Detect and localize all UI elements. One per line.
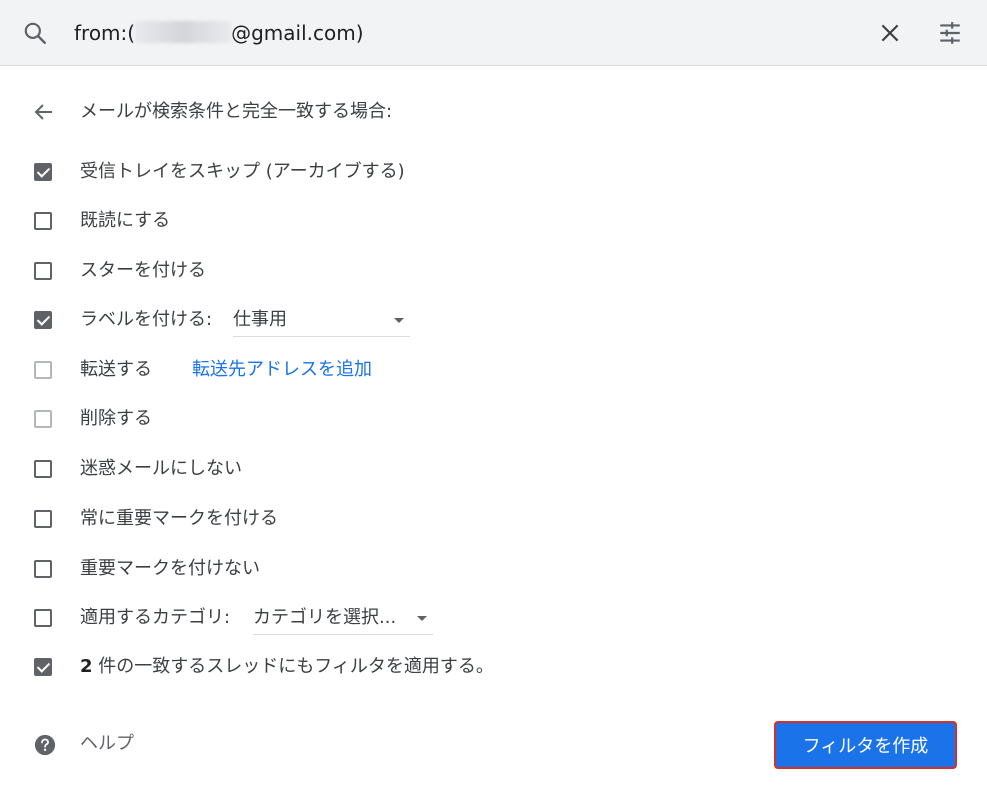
option-always-important: 常に重要マークを付ける: [0, 506, 987, 536]
dropdown-caret-icon: [394, 318, 404, 323]
filter-criteria-header: メールが検索条件と完全一致する場合:: [80, 101, 393, 122]
option-never-spam: 迷惑メールにしない: [0, 456, 987, 486]
category-select-value: カテゴリを選択...: [253, 607, 397, 628]
apply-existing-text: 件の一致するスレッドにもフィルタを適用する。: [98, 656, 494, 677]
option-never-important: 重要マークを付けない: [0, 556, 987, 586]
matching-thread-count: 2: [80, 656, 93, 677]
add-forwarding-address-link[interactable]: 転送先アドレスを追加: [192, 357, 372, 383]
star-checkbox[interactable]: [34, 262, 52, 280]
help-icon[interactable]: [34, 734, 56, 756]
apply-label-checkbox[interactable]: [34, 311, 52, 329]
apply-existing-checkbox[interactable]: [34, 658, 52, 676]
always-important-label: 常に重要マークを付ける: [80, 508, 278, 529]
category-select[interactable]: カテゴリを選択...: [253, 605, 433, 635]
apply-label-label: ラベルを付ける:: [80, 309, 213, 330]
never-spam-checkbox[interactable]: [34, 460, 52, 478]
option-category: 適用するカテゴリ: カテゴリを選択...: [0, 605, 987, 635]
skip-inbox-checkbox[interactable]: [34, 163, 52, 181]
search-query-prefix: from:(: [74, 21, 136, 45]
search-query-suffix: @gmail.com): [231, 21, 364, 45]
search-input[interactable]: from:( @gmail.com): [74, 19, 364, 47]
create-filter-button[interactable]: フィルタを作成: [774, 721, 957, 769]
close-icon[interactable]: [877, 20, 903, 46]
search-bar: from:( @gmail.com): [0, 0, 987, 66]
category-checkbox[interactable]: [34, 609, 52, 627]
never-important-checkbox[interactable]: [34, 560, 52, 578]
mark-read-checkbox[interactable]: [34, 212, 52, 230]
apply-existing-label: 2 件の一致するスレッドにもフィルタを適用する。: [80, 654, 494, 680]
redacted-email: [135, 21, 232, 43]
category-label: 適用するカテゴリ:: [80, 607, 231, 628]
option-mark-read: 既読にする: [0, 208, 987, 238]
option-skip-inbox: 受信トレイをスキップ (アーカイブする): [0, 159, 987, 189]
option-star: スターを付ける: [0, 258, 987, 288]
never-important-label: 重要マークを付けない: [80, 558, 260, 579]
option-forward: 転送する 転送先アドレスを追加: [0, 357, 987, 387]
forward-checkbox[interactable]: [34, 361, 52, 379]
help-link[interactable]: ヘルプ: [80, 731, 134, 757]
dropdown-caret-icon: [417, 616, 427, 621]
option-delete: 削除する: [0, 406, 987, 436]
delete-label: 削除する: [80, 408, 152, 429]
star-label: スターを付ける: [80, 260, 206, 281]
option-apply-label: ラベルを付ける: 仕事用: [0, 307, 987, 337]
never-spam-label: 迷惑メールにしない: [80, 458, 242, 479]
always-important-checkbox[interactable]: [34, 510, 52, 528]
option-apply-existing: 2 件の一致するスレッドにもフィルタを適用する。: [0, 654, 987, 684]
skip-inbox-label: 受信トレイをスキップ (アーカイブする): [80, 161, 405, 182]
tune-icon[interactable]: [936, 20, 964, 46]
search-icon[interactable]: [22, 20, 48, 46]
delete-checkbox[interactable]: [34, 410, 52, 428]
label-select[interactable]: 仕事用: [233, 307, 410, 337]
mark-read-label: 既読にする: [80, 210, 171, 231]
forward-label: 転送する: [80, 359, 152, 380]
label-select-value: 仕事用: [233, 309, 287, 330]
back-arrow-icon[interactable]: [32, 100, 56, 124]
